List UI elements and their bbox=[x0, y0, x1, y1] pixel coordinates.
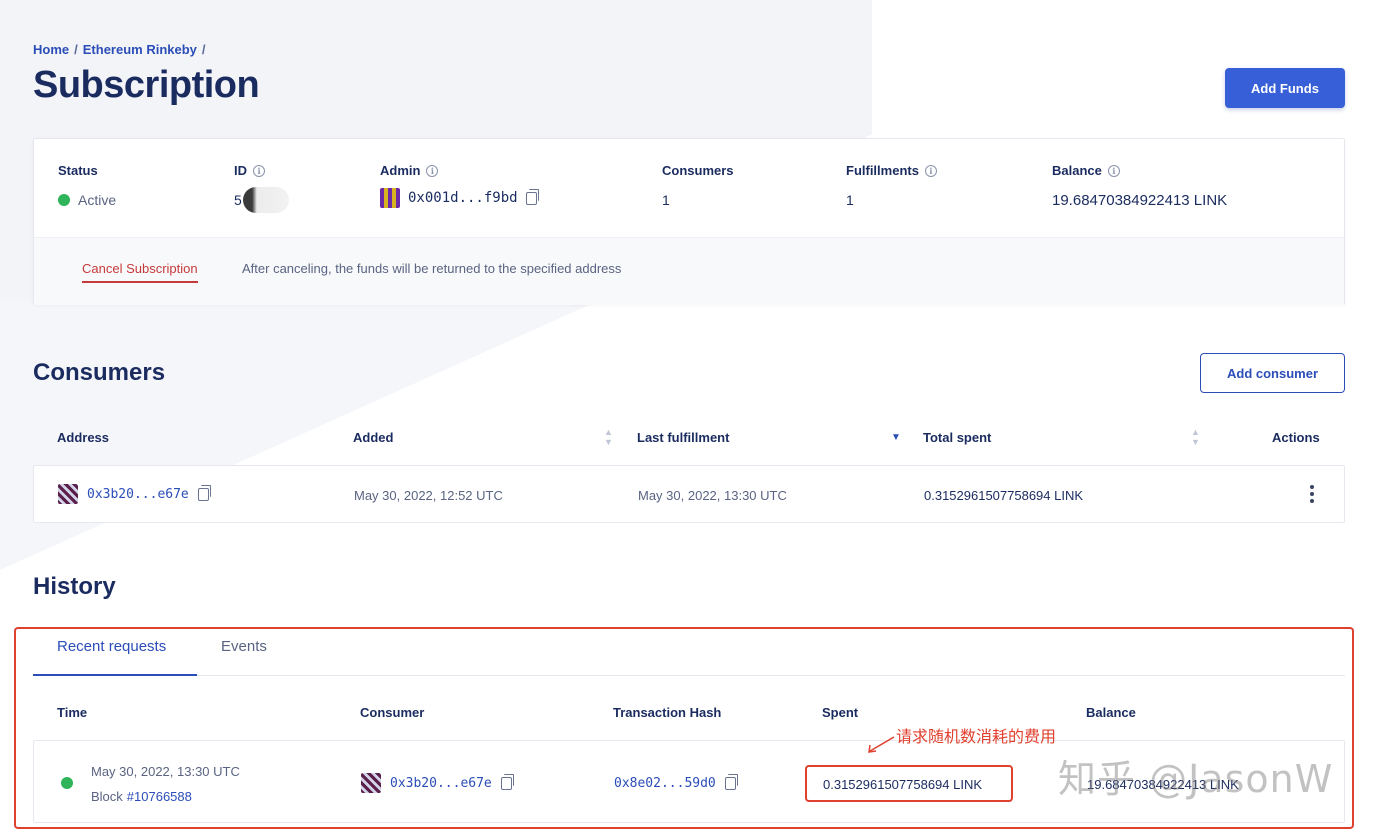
tab-divider bbox=[33, 675, 1345, 676]
header-total-spent[interactable]: Total spent bbox=[923, 430, 991, 445]
total-spent-cell: 0.3152961507758694 LINK bbox=[924, 488, 1084, 503]
cancel-note: After canceling, the funds will be retur… bbox=[242, 261, 622, 276]
header-spent: Spent bbox=[822, 705, 859, 720]
sort-icon[interactable]: ▲ ▼ bbox=[1191, 427, 1200, 447]
last-fulfillment-cell: May 30, 2022, 13:30 UTC bbox=[638, 488, 787, 503]
consumers-stat: Consumers 1 bbox=[662, 163, 734, 210]
fulfillments-count: 1 bbox=[846, 192, 854, 208]
cancel-subscription-link[interactable]: Cancel Subscription bbox=[82, 261, 198, 283]
id-stat: ID i 5 bbox=[234, 163, 289, 213]
subscription-summary-card: Status Active ID i 5 Admin i 0x001d...f9bd… bbox=[33, 138, 1345, 305]
admin-label: Admin bbox=[380, 163, 421, 178]
more-actions-icon[interactable] bbox=[1310, 485, 1314, 503]
balance-stat: Balance i 19.68470384922413 LINK bbox=[1052, 163, 1227, 210]
header-time: Time bbox=[57, 705, 88, 720]
status-stat: Status Active bbox=[58, 163, 116, 210]
breadcrumb: Home / Ethereum Rinkeby / bbox=[33, 42, 206, 57]
breadcrumb-separator: / bbox=[201, 42, 206, 57]
tab-recent-requests[interactable]: Recent requests bbox=[57, 638, 166, 655]
annotation-text: 请求随机数消耗的费用 bbox=[896, 727, 1057, 746]
header-transaction-hash: Transaction Hash bbox=[613, 705, 722, 720]
info-icon[interactable]: i bbox=[924, 164, 937, 177]
block-label: Block bbox=[91, 789, 123, 804]
info-icon[interactable]: i bbox=[253, 164, 265, 177]
copy-icon[interactable] bbox=[197, 484, 211, 501]
info-icon[interactable]: i bbox=[1107, 164, 1120, 177]
info-icon[interactable]: i bbox=[426, 164, 439, 177]
fulfillments-label: Fulfillments bbox=[846, 163, 919, 178]
consumer-avatar bbox=[58, 484, 78, 504]
admin-address[interactable]: 0x001d...f9bd bbox=[408, 190, 518, 206]
consumers-count: 1 bbox=[662, 192, 670, 208]
added-cell: May 30, 2022, 12:52 UTC bbox=[354, 488, 503, 503]
admin-stat: Admin i 0x001d...f9bd bbox=[380, 163, 539, 208]
watermark: 知乎 @JasonW bbox=[1058, 757, 1334, 801]
consumer-address-link[interactable]: 0x3b20...e67e bbox=[390, 776, 492, 791]
balance-label: Balance bbox=[1052, 163, 1102, 178]
breadcrumb-home[interactable]: Home bbox=[33, 42, 69, 57]
annotation-arrow-icon bbox=[868, 736, 895, 753]
page-title: Subscription bbox=[33, 64, 260, 106]
add-consumer-button[interactable]: Add consumer bbox=[1200, 353, 1345, 393]
consumer-address-link[interactable]: 0x3b20...e67e bbox=[87, 487, 189, 502]
header-actions: Actions bbox=[1272, 430, 1320, 445]
copy-icon[interactable] bbox=[724, 774, 738, 790]
copy-icon[interactable] bbox=[500, 773, 514, 790]
block-number-link[interactable]: #10766588 bbox=[127, 789, 192, 804]
header-address[interactable]: Address bbox=[57, 430, 109, 445]
card-footer bbox=[34, 237, 1344, 305]
spent-highlight-box bbox=[805, 765, 1013, 802]
transaction-hash-link[interactable]: 0x8e02...59d0 bbox=[614, 776, 716, 791]
id-label: ID bbox=[234, 163, 247, 178]
header-added[interactable]: Added bbox=[353, 430, 393, 445]
consumers-title: Consumers bbox=[33, 359, 166, 386]
sort-icon[interactable]: ▲ ▼ bbox=[604, 427, 613, 447]
breadcrumb-separator: / bbox=[74, 42, 78, 57]
header-consumer: Consumer bbox=[360, 705, 425, 720]
table-row: 0x3b20...e67e May 30, 2022, 12:52 UTC Ma… bbox=[33, 465, 1345, 523]
status-value: Active bbox=[78, 192, 117, 208]
id-redaction bbox=[242, 187, 289, 213]
request-time: May 30, 2022, 13:30 UTC bbox=[91, 764, 240, 779]
history-title: History bbox=[33, 573, 116, 600]
status-active-dot-icon bbox=[58, 194, 70, 206]
id-value: 5 bbox=[234, 192, 242, 208]
add-funds-button[interactable]: Add Funds bbox=[1225, 68, 1345, 108]
consumer-avatar bbox=[361, 773, 381, 793]
header-last-fulfillment[interactable]: Last fulfillment bbox=[637, 430, 729, 445]
consumers-label: Consumers bbox=[662, 163, 734, 178]
tab-events[interactable]: Events bbox=[221, 638, 267, 655]
sort-desc-icon[interactable]: ▼ bbox=[891, 432, 901, 443]
status-label: Status bbox=[58, 163, 98, 178]
header-balance: Balance bbox=[1086, 705, 1136, 720]
copy-icon[interactable] bbox=[525, 188, 539, 205]
request-status-dot-icon bbox=[61, 777, 73, 789]
admin-avatar bbox=[380, 188, 400, 208]
balance-value: 19.68470384922413 LINK bbox=[1052, 191, 1228, 209]
tab-active-indicator bbox=[33, 674, 197, 676]
fulfillments-stat: Fulfillments i 1 bbox=[846, 163, 937, 210]
breadcrumb-network[interactable]: Ethereum Rinkeby bbox=[83, 42, 197, 57]
